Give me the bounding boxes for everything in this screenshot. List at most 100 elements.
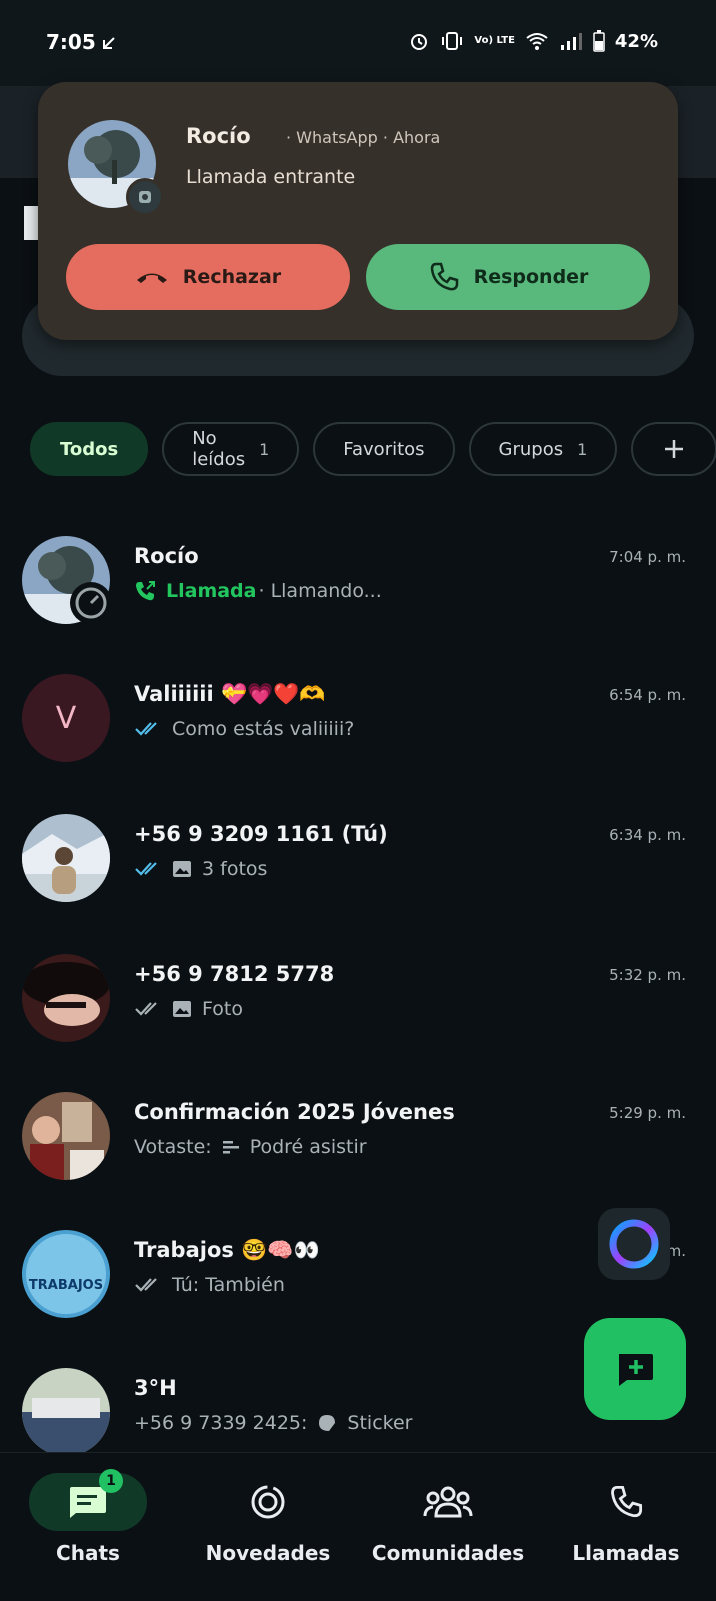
battery-percent: 42% (614, 30, 658, 52)
battery-icon (593, 30, 605, 52)
chat-row[interactable]: Rocío 7:04 p. m. Llamada · Llamando... (0, 536, 716, 656)
preview-prefix: +56 9 7339 2425: (134, 1412, 308, 1434)
chat-time: 5:29 p. m. (609, 1104, 686, 1122)
sticker-icon (319, 1415, 336, 1431)
notification-meta: · WhatsApp · Ahora (286, 128, 441, 147)
chat-preview: 3 fotos (134, 858, 267, 880)
preview-text: · Llamando... (258, 580, 382, 602)
chat-time: 6:54 p. m. (609, 686, 686, 704)
chat-time: 6:34 p. m. (609, 826, 686, 844)
plus-icon (665, 440, 684, 458)
phone-icon (430, 262, 458, 291)
avatar-letter: V (55, 700, 77, 736)
nav-label: Novedades (205, 1541, 331, 1565)
chip-grupos[interactable]: Grupos 1 (468, 422, 618, 476)
read-ticks-icon (135, 862, 157, 876)
delivered-ticks-icon (135, 1002, 157, 1016)
chip-label: Todos (60, 438, 119, 460)
accept-call-button[interactable]: Responder (366, 244, 650, 310)
chip-no-leidos[interactable]: No leídos 1 (162, 422, 300, 476)
status-time: 7:05 (46, 30, 96, 54)
chip-favoritos[interactable]: Favoritos (313, 422, 455, 476)
signal-icon (560, 33, 582, 50)
chat-time: 5:32 p. m. (609, 966, 686, 984)
calls-icon (611, 1485, 643, 1518)
wifi-icon (526, 33, 548, 50)
chip-todos[interactable]: Todos (30, 422, 149, 476)
nav-label: Chats (56, 1541, 120, 1565)
preview-text: Como estás valiiiii? (172, 718, 355, 740)
incoming-call-notification[interactable]: Rocío · WhatsApp · Ahora Llamada entrant… (38, 82, 678, 340)
chat-name: 3°H (134, 1376, 177, 1400)
chat-preview: Votaste: Podré asistir (134, 1136, 367, 1158)
reject-label: Rechazar (182, 266, 282, 288)
whatsapp-badge-icon (126, 178, 164, 216)
chat-name: Valiiiiii 💝💗❤️🫶 (134, 682, 326, 706)
reject-call-button[interactable]: Rechazar (66, 244, 350, 310)
preview-prefix: Votaste: (134, 1136, 212, 1158)
call-label: Llamada (166, 580, 257, 602)
chat-name: Confirmación 2025 Jóvenes (134, 1100, 455, 1124)
preview-text: Tú: También (172, 1274, 285, 1296)
nav-label: Comunidades (371, 1541, 525, 1565)
chat-row[interactable]: V Valiiiiii 💝💗❤️🫶 6:54 p. m. Como estás … (0, 674, 716, 794)
chip-label: Favoritos (343, 438, 425, 460)
nav-llamadas[interactable]: Llamadas (546, 1473, 706, 1565)
chat-row[interactable]: +56 9 7812 5778 5:32 p. m. Foto (0, 954, 716, 1074)
chat-name: Trabajos 🤓🧠👀 (134, 1238, 320, 1262)
read-ticks-icon (135, 722, 157, 736)
meta-ai-button[interactable] (598, 1208, 670, 1280)
new-chat-icon (619, 1354, 653, 1386)
updates-icon (251, 1485, 285, 1519)
chat-name: +56 9 7812 5778 (134, 962, 335, 986)
communities-icon (423, 1486, 473, 1518)
chat-row[interactable]: Confirmación 2025 Jóvenes 5:29 p. m. Vot… (0, 1092, 716, 1212)
nav-comunidades[interactable]: Comunidades (368, 1473, 528, 1565)
new-chat-button[interactable] (584, 1318, 686, 1420)
chip-count: 1 (259, 439, 270, 459)
volte-label: Vo) LTE (474, 35, 515, 46)
accept-label: Responder (473, 266, 589, 288)
preview-text: Foto (202, 998, 243, 1020)
meta-ai-ring-icon (609, 1219, 659, 1269)
status-bar: 7:05 Vo) LTE 42% (0, 0, 716, 86)
chat-preview: Foto (134, 998, 243, 1020)
photo-icon (173, 1001, 191, 1017)
nav-chats-indicator: 1 (29, 1469, 147, 1531)
add-filter-button[interactable] (631, 422, 716, 476)
status-timer-icon (70, 582, 112, 624)
nav-chats[interactable]: 1 Chats (8, 1469, 168, 1565)
chat-name: +56 9 3209 1161 (Tú) (134, 822, 388, 846)
vibrate-icon (442, 32, 463, 50)
chat-preview: Como estás valiiiii? (134, 718, 354, 740)
chats-unread-badge: 1 (99, 1469, 123, 1493)
preview-text: Sticker (347, 1412, 413, 1434)
hang-up-icon (136, 273, 167, 283)
preview-text: Podré asistir (249, 1136, 367, 1158)
avatar (22, 954, 110, 1042)
filter-chips: Todos No leídos 1 Favoritos Grupos 1 (30, 422, 716, 480)
avatar (22, 1368, 110, 1456)
avatar: TRABAJOS (22, 1230, 110, 1318)
status-icons: Vo) LTE 42% (408, 30, 658, 52)
caller-name: Rocío (186, 124, 251, 148)
chip-label: No leídos (192, 428, 246, 470)
alarm-icon (411, 34, 428, 50)
chat-name: Rocío (134, 544, 199, 568)
chip-label: Grupos (498, 438, 564, 460)
bottom-navigation: 1 Chats Novedades Comunidades Llamadas (0, 1452, 716, 1601)
avatar (22, 1092, 110, 1180)
outgoing-call-icon (136, 581, 155, 601)
chat-preview: Llamada · Llamando... (134, 580, 382, 602)
chat-preview: +56 9 7339 2425: Sticker (134, 1412, 412, 1434)
poll-icon (222, 1141, 239, 1154)
avatar: V (22, 674, 110, 762)
missed-call-arrow-icon (103, 37, 115, 49)
nav-novedades[interactable]: Novedades (188, 1473, 348, 1565)
chats-icon (70, 1487, 106, 1518)
avatar (22, 814, 110, 902)
chip-count: 1 (577, 439, 588, 459)
chat-row[interactable]: +56 9 3209 1161 (Tú) 6:34 p. m. 3 fotos (0, 814, 716, 934)
notification-text: Llamada entrante (186, 166, 356, 188)
chat-preview: Tú: También (134, 1274, 285, 1296)
